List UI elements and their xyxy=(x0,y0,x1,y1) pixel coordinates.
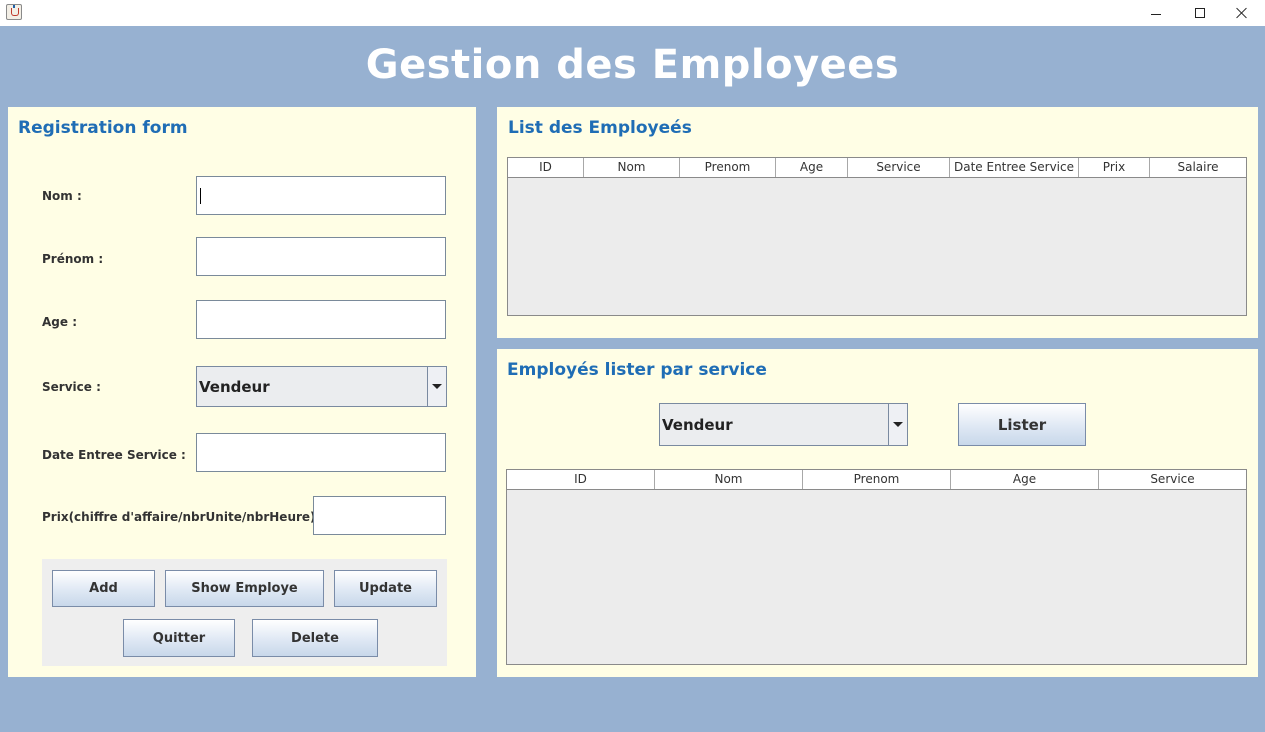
employee-list-title: List des Employeés xyxy=(508,118,692,138)
filter-service-value: Vendeur xyxy=(662,415,733,434)
service-label: Service : xyxy=(42,380,101,394)
column-header-nom[interactable]: Nom xyxy=(584,158,680,177)
column-header-prix[interactable]: Prix xyxy=(1079,158,1150,177)
column-header-service[interactable]: Service xyxy=(848,158,950,177)
column-header-date[interactable]: Date Entree Service xyxy=(950,158,1079,177)
column-header-age[interactable]: Age xyxy=(951,470,1099,489)
nom-field[interactable] xyxy=(196,176,446,215)
minimize-icon[interactable] xyxy=(1133,0,1179,26)
prenom-label: Prénom : xyxy=(42,252,104,266)
age-field[interactable] xyxy=(196,300,446,339)
service-table-header: ID Nom Prenom Age Service xyxy=(507,470,1246,490)
button-panel: Add Show Employe Update Quitter Delete xyxy=(42,559,447,666)
employee-list-panel: List des Employeés ID Nom Prenom Age Ser… xyxy=(497,107,1258,338)
chevron-down-icon[interactable] xyxy=(888,404,907,445)
column-header-age[interactable]: Age xyxy=(776,158,848,177)
registration-panel: Registration form Nom : Prénom : Age : S… xyxy=(8,107,476,677)
java-cup-icon xyxy=(6,4,22,20)
chevron-down-icon[interactable] xyxy=(427,367,446,406)
employees-by-service-panel: Employés lister par service Vendeur List… xyxy=(497,349,1258,677)
nom-label: Nom : xyxy=(42,189,82,203)
employee-table[interactable]: ID Nom Prenom Age Service Date Entree Se… xyxy=(507,157,1247,316)
column-header-nom[interactable]: Nom xyxy=(655,470,803,489)
filter-service-select[interactable]: Vendeur xyxy=(659,403,908,446)
show-employe-button[interactable]: Show Employe xyxy=(165,570,324,607)
prix-field[interactable] xyxy=(313,496,446,535)
employee-table-header: ID Nom Prenom Age Service Date Entree Se… xyxy=(508,158,1246,178)
app-title: Gestion des Employees xyxy=(365,42,900,88)
column-header-prenom[interactable]: Prenom xyxy=(680,158,776,177)
column-header-id[interactable]: ID xyxy=(507,470,655,489)
delete-button[interactable]: Delete xyxy=(252,619,378,657)
lister-button[interactable]: Lister xyxy=(958,403,1086,446)
prix-label: Prix(chiffre d'affaire/nbrUnite/nbrHeure… xyxy=(42,510,325,524)
age-label: Age : xyxy=(42,315,77,329)
prenom-field[interactable] xyxy=(196,237,446,276)
window-titlebar xyxy=(0,0,1265,26)
close-icon[interactable] xyxy=(1219,0,1265,26)
by-service-title: Employés lister par service xyxy=(507,360,767,380)
date-label: Date Entree Service : xyxy=(42,448,186,462)
text-caret xyxy=(200,188,201,204)
update-button[interactable]: Update xyxy=(334,570,437,607)
column-header-salaire[interactable]: Salaire xyxy=(1150,158,1246,177)
service-employee-table[interactable]: ID Nom Prenom Age Service xyxy=(506,469,1247,665)
service-select-value: Vendeur xyxy=(199,377,270,396)
column-header-prenom[interactable]: Prenom xyxy=(803,470,951,489)
column-header-service[interactable]: Service xyxy=(1099,470,1246,489)
maximize-icon[interactable] xyxy=(1177,0,1223,26)
service-select[interactable]: Vendeur xyxy=(196,366,447,407)
quitter-button[interactable]: Quitter xyxy=(123,619,235,657)
date-field[interactable] xyxy=(196,433,446,472)
registration-title: Registration form xyxy=(18,118,188,138)
add-button[interactable]: Add xyxy=(52,570,155,607)
column-header-id[interactable]: ID xyxy=(508,158,584,177)
